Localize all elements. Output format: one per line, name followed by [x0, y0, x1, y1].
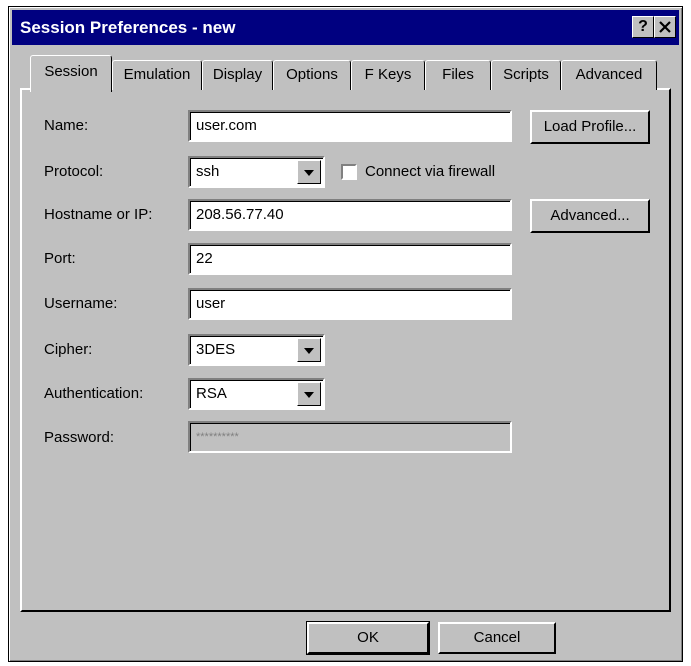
cipher-select[interactable]: 3DES: [188, 334, 325, 366]
tab-session[interactable]: Session: [30, 55, 112, 92]
hostname-label: Hostname or IP:: [44, 206, 153, 223]
chevron-down-icon[interactable]: [297, 338, 321, 362]
load-profile-button[interactable]: Load Profile...: [530, 110, 650, 144]
cipher-label: Cipher:: [44, 341, 93, 358]
connect-via-firewall-checkbox[interactable]: [341, 164, 357, 180]
ok-button[interactable]: OK: [306, 621, 430, 655]
cancel-button[interactable]: Cancel: [438, 622, 556, 654]
cipher-value: 3DES: [196, 341, 236, 358]
port-label: Port:: [44, 250, 76, 267]
tab-files[interactable]: Files: [425, 60, 491, 90]
tab-display[interactable]: Display: [202, 60, 273, 90]
name-input[interactable]: user.com: [188, 110, 512, 142]
protocol-value: ssh: [196, 163, 220, 180]
name-label: Name:: [44, 117, 89, 134]
password-input: **********: [188, 421, 512, 453]
close-button[interactable]: [654, 16, 676, 38]
protocol-select[interactable]: ssh: [188, 156, 325, 188]
title-bar[interactable]: Session Preferences - new ?: [12, 10, 679, 45]
authentication-label: Authentication:: [44, 385, 144, 402]
tab-emulation[interactable]: Emulation: [112, 60, 202, 90]
chevron-down-icon[interactable]: [297, 160, 321, 184]
password-label: Password:: [44, 429, 115, 446]
username-label: Username:: [44, 295, 118, 312]
connect-via-firewall-label: Connect via firewall: [365, 163, 496, 180]
protocol-label: Protocol:: [44, 163, 104, 180]
authentication-value: RSA: [196, 385, 227, 402]
chevron-down-icon[interactable]: [297, 382, 321, 406]
port-input[interactable]: 22: [188, 243, 512, 275]
window-title: Session Preferences - new: [20, 18, 236, 37]
tab-f-keys[interactable]: F Keys: [351, 60, 425, 90]
authentication-select[interactable]: RSA: [188, 378, 325, 410]
advanced-button[interactable]: Advanced...: [530, 199, 650, 233]
tab-advanced[interactable]: Advanced: [561, 60, 657, 90]
username-input[interactable]: user: [188, 288, 512, 320]
help-button[interactable]: ?: [632, 16, 654, 38]
close-icon: [659, 21, 671, 33]
tab-scripts[interactable]: Scripts: [491, 60, 561, 90]
tab-options[interactable]: Options: [273, 60, 351, 90]
hostname-input[interactable]: 208.56.77.40: [188, 199, 512, 231]
